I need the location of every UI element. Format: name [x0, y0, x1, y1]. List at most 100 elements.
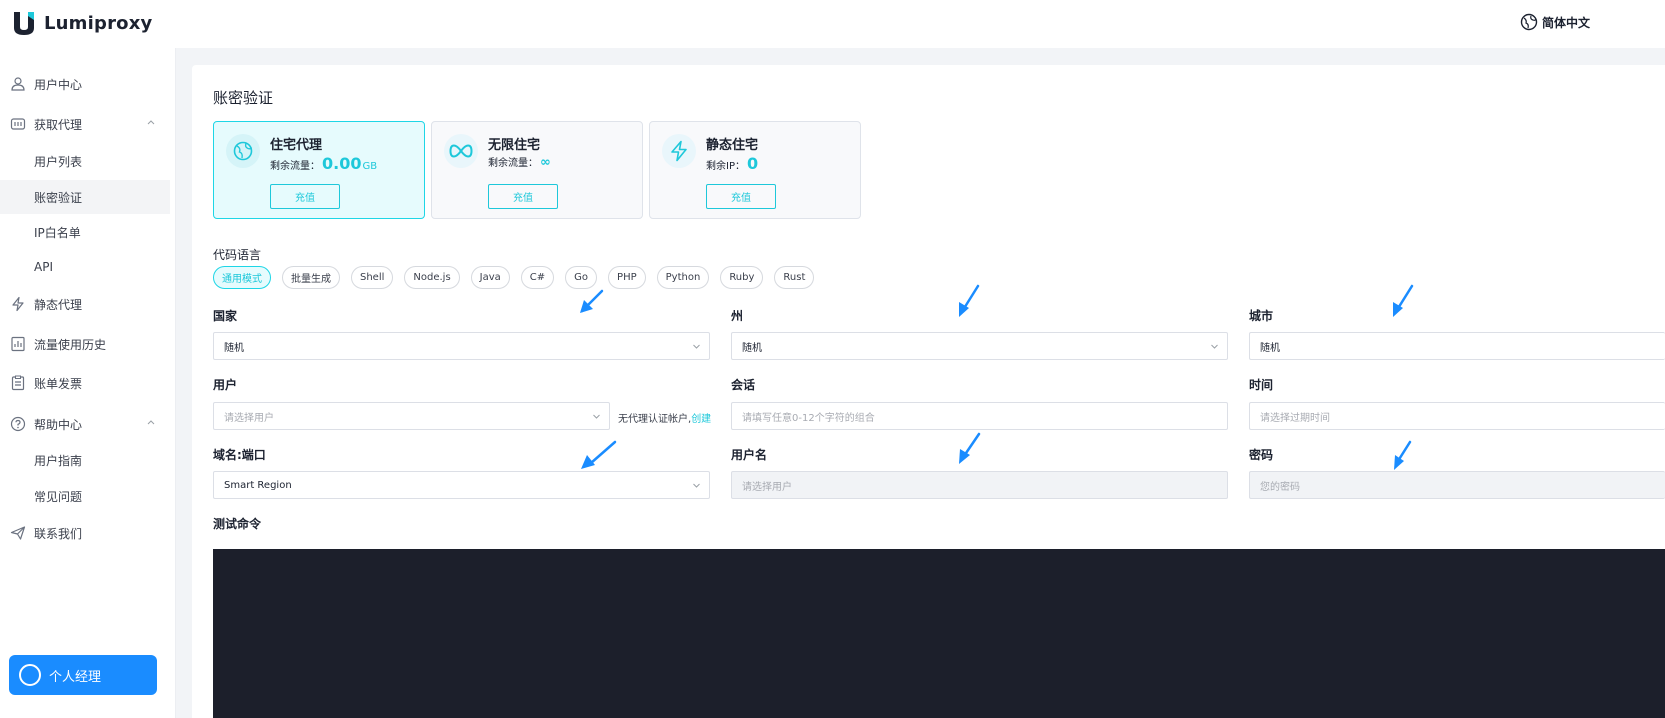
sidebar-item-api[interactable]: API: [0, 251, 170, 285]
no-account-text: 无代理认证帐户,: [618, 414, 692, 425]
card-static-residential[interactable]: 静态住宅 剩余IP： 0 充值: [649, 121, 861, 219]
card-balance-value: ∞: [540, 155, 551, 170]
card-balance-label: 剩余流量：: [270, 161, 320, 172]
send-icon: [10, 526, 26, 540]
chart-icon: [11, 336, 25, 352]
username-label: 用户名: [731, 448, 768, 462]
logo-text: Lumiproxy: [44, 12, 153, 34]
sidebar-item-user-center[interactable]: 用户中心: [0, 67, 170, 101]
user-icon: [11, 77, 25, 91]
sidebar-item-ip-whitelist[interactable]: IP白名单: [0, 215, 170, 249]
help-icon: [10, 416, 26, 432]
sidebar-item-label: 账单发票: [34, 377, 83, 391]
annotation-arrow-icon: [1394, 440, 1412, 470]
chevron-down-icon: [593, 414, 600, 419]
card-balance: 剩余流量： 0.00 GB: [270, 154, 377, 173]
sidebar-item-label: 用户列表: [34, 155, 83, 169]
sidebar-item-label: 用户指南: [34, 454, 83, 468]
sidebar-item-traffic-history[interactable]: 流量使用历史: [0, 327, 170, 361]
proxy-icon: [10, 118, 26, 130]
card-balance-value: 0: [746, 154, 759, 173]
sidebar-item-label: API: [34, 260, 53, 274]
code-language-title: 代码语言: [213, 248, 262, 262]
sidebar-item-label: 静态代理: [34, 298, 83, 312]
country-label: 国家: [213, 309, 238, 323]
sidebar-item-label: 流量使用历史: [34, 338, 107, 352]
city-value: 随机: [1260, 342, 1280, 354]
lightning-icon: [662, 134, 696, 168]
tab-csharp[interactable]: C#: [520, 266, 555, 289]
user-placeholder: 请选择用户: [224, 412, 274, 424]
user-select[interactable]: 请选择用户: [213, 402, 610, 430]
username-placeholder: 请选择用户: [742, 481, 792, 493]
username-field: 请选择用户: [731, 471, 1228, 499]
sidebar-item-get-proxy[interactable]: 获取代理: [0, 107, 170, 141]
sidebar-item-label: 联系我们: [34, 527, 83, 541]
annotation-arrow-icon: [580, 289, 604, 313]
sidebar-item-help-center[interactable]: 帮助中心: [0, 407, 170, 441]
sidebar-item-user-list[interactable]: 用户列表: [0, 144, 170, 178]
card-title: 无限住宅: [488, 138, 541, 153]
logo[interactable]: Lumiproxy: [12, 10, 152, 36]
tab-general[interactable]: 通用模式: [213, 266, 271, 289]
tab-java[interactable]: Java: [470, 266, 510, 289]
tab-php[interactable]: PHP: [608, 266, 646, 289]
sidebar-item-faq[interactable]: 常见问题: [0, 479, 170, 513]
card-balance: 剩余流量： ∞: [488, 154, 551, 170]
sidebar-item-user-guide[interactable]: 用户指南: [0, 443, 170, 477]
state-select[interactable]: 随机: [731, 332, 1228, 360]
language-label: 简体中文: [1542, 15, 1591, 30]
chevron-down-icon: [693, 483, 700, 488]
user-label: 用户: [213, 378, 238, 392]
tab-nodejs[interactable]: Node.js: [404, 266, 460, 289]
sidebar-item-contact-us[interactable]: 联系我们: [0, 516, 170, 550]
no-account-hint: 无代理认证帐户,创建: [618, 410, 711, 425]
password-field: 您的密码: [1249, 471, 1665, 499]
city-select[interactable]: 随机: [1249, 332, 1665, 360]
sidebar-item-invoice[interactable]: 账单发票: [0, 366, 170, 400]
recharge-button[interactable]: 充值: [488, 184, 558, 209]
sidebar-item-static-proxy[interactable]: 静态代理: [0, 287, 170, 321]
country-value: 随机: [224, 342, 244, 354]
card-balance-label: 剩余IP：: [706, 161, 745, 172]
card-title: 静态住宅: [706, 138, 759, 153]
annotation-arrow-icon: [959, 432, 981, 464]
chevron-down-icon: [693, 344, 700, 349]
tab-go[interactable]: Go: [565, 266, 598, 289]
card-unlimited-residential[interactable]: 无限住宅 剩余流量： ∞ 充值: [431, 121, 643, 219]
lightning-icon: [12, 296, 24, 312]
tab-ruby[interactable]: Ruby: [720, 266, 764, 289]
recharge-button[interactable]: 充值: [270, 184, 340, 209]
annotation-arrow-icon: [1393, 284, 1414, 317]
test-command-label: 测试命令: [213, 517, 262, 531]
page-title: 账密验证: [213, 89, 274, 107]
domain-port-label: 域名:端口: [213, 448, 266, 462]
test-command-terminal[interactable]: [213, 549, 1665, 718]
language-switcher[interactable]: 简体中文: [1520, 13, 1590, 31]
chevron-down-icon: [1211, 344, 1218, 349]
tab-batch[interactable]: 批量生成: [282, 266, 340, 289]
domain-port-select[interactable]: Smart Region: [213, 471, 710, 499]
domain-port-value: Smart Region: [224, 479, 292, 491]
time-placeholder: 请选择过期时间: [1260, 412, 1330, 424]
sidebar-item-label: IP白名单: [34, 226, 81, 240]
recharge-button[interactable]: 充值: [706, 184, 776, 209]
personal-manager-button[interactable]: 个人经理: [9, 655, 157, 695]
expiry-time-select[interactable]: 请选择过期时间: [1249, 402, 1665, 430]
tab-rust[interactable]: Rust: [774, 266, 815, 289]
tab-python[interactable]: Python: [656, 266, 710, 289]
session-input[interactable]: 请填写任意0-12个字符的组合: [731, 402, 1228, 430]
sidebar-item-label: 账密验证: [34, 191, 83, 205]
infinity-icon: [444, 134, 478, 168]
top-bar: Lumiproxy 简体中文: [0, 0, 1665, 48]
sidebar-item-label: 获取代理: [34, 118, 83, 132]
country-select[interactable]: 随机: [213, 332, 710, 360]
tab-shell[interactable]: Shell: [351, 266, 394, 289]
invoice-icon: [11, 375, 25, 391]
card-residential-proxy[interactable]: 住宅代理 剩余流量： 0.00 GB 充值: [213, 121, 425, 219]
code-language-tabs: 通用模式 批量生成 Shell Node.js Java C# Go PHP P…: [213, 266, 815, 289]
sidebar-item-account-auth[interactable]: 账密验证: [0, 180, 170, 214]
card-title: 住宅代理: [270, 138, 323, 153]
annotation-arrow-icon: [581, 440, 617, 469]
create-account-link[interactable]: 创建: [691, 414, 711, 425]
